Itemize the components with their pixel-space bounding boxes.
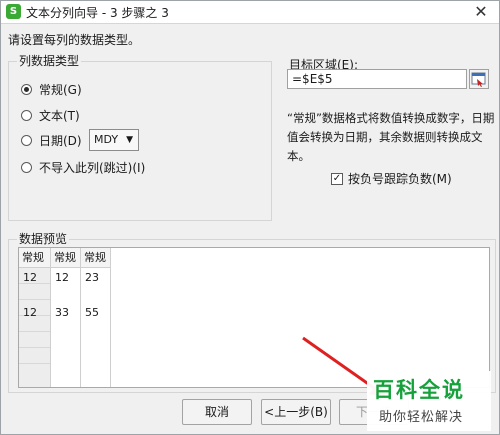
preview-row-gutter — [19, 284, 51, 300]
negative-sign-option[interactable]: ✓ 按负号跟踪负数(M) — [331, 170, 452, 187]
preview-cell: 23 — [85, 271, 99, 284]
format-description: “常规”数据格式将数值转换成数字，日期值会转换为日期，其余数据则转换成文本。 — [287, 111, 495, 163]
radio-text-indicator[interactable] — [21, 109, 32, 121]
column-format-group-title: 列数据类型 — [17, 54, 82, 68]
radio-skip-indicator[interactable] — [21, 161, 32, 173]
preview-cell: 33 — [55, 306, 69, 319]
range-picker-icon — [471, 72, 486, 87]
preview-column-header[interactable]: 常规 — [19, 248, 51, 268]
preview-column-header[interactable]: 常规 — [51, 248, 81, 268]
preview-row-gutter — [19, 332, 51, 348]
preview-cell: 12 — [23, 306, 37, 319]
preview-column-divider — [110, 268, 111, 387]
previous-step-button[interactable]: <上一步(B) — [261, 399, 331, 425]
data-preview-area[interactable]: 常规 常规 常规 12 12 23 12 33 55 — [18, 247, 490, 388]
preview-cell: 55 — [85, 306, 99, 319]
watermark-logo-text: 百科全说 — [373, 378, 465, 402]
radio-general-indicator[interactable] — [21, 83, 32, 95]
data-preview-group-title: 数据预览 — [17, 232, 70, 246]
window-title: 文本分列向导 - 3 步骤之 3 — [26, 6, 169, 20]
preview-cell: 12 — [23, 271, 37, 284]
radio-date-indicator[interactable] — [21, 134, 32, 146]
radio-skip-label: 不导入此列(跳过)(I) — [39, 160, 146, 175]
preview-cell: 12 — [55, 271, 69, 284]
preview-column-header[interactable]: 常规 — [81, 248, 111, 268]
close-button[interactable]: ✕ — [469, 1, 493, 23]
watermark-tagline: 助你轻松解决 — [379, 410, 464, 425]
radio-text-label: 文本(T) — [39, 108, 80, 123]
cancel-button[interactable]: 取消 — [182, 399, 252, 425]
negative-sign-label: 按负号跟踪负数(M) — [348, 172, 452, 186]
radio-general-label: 常规(G) — [39, 82, 82, 97]
preview-row-gutter — [19, 364, 51, 387]
radio-general[interactable]: 常规(G) — [21, 81, 82, 97]
date-format-value: MDY — [94, 133, 119, 146]
range-select-button[interactable] — [469, 69, 489, 89]
radio-date[interactable]: 日期(D) — [21, 132, 82, 148]
preview-row-gutter — [19, 348, 51, 364]
radio-date-label: 日期(D) — [39, 133, 82, 148]
chevron-down-icon: ▼ — [126, 135, 133, 145]
date-format-select[interactable]: MDY ▼ — [89, 129, 139, 151]
radio-skip-column[interactable]: 不导入此列(跳过)(I) — [21, 159, 145, 175]
wps-spreadsheet-icon: S — [6, 4, 21, 19]
text-to-columns-dialog: S 文本分列向导 - 3 步骤之 3 ✕ 请设置每列的数据类型。 列数据类型 常… — [0, 0, 500, 435]
preview-column-divider — [50, 268, 51, 387]
radio-text[interactable]: 文本(T) — [21, 107, 80, 123]
title-bar: S 文本分列向导 - 3 步骤之 3 ✕ — [1, 1, 499, 24]
destination-input[interactable]: =$E$5 — [287, 69, 467, 89]
negative-sign-checkbox[interactable]: ✓ — [331, 172, 343, 185]
preview-column-divider — [80, 268, 81, 387]
instruction-text: 请设置每列的数据类型。 — [8, 33, 141, 47]
close-icon: ✕ — [474, 2, 488, 21]
